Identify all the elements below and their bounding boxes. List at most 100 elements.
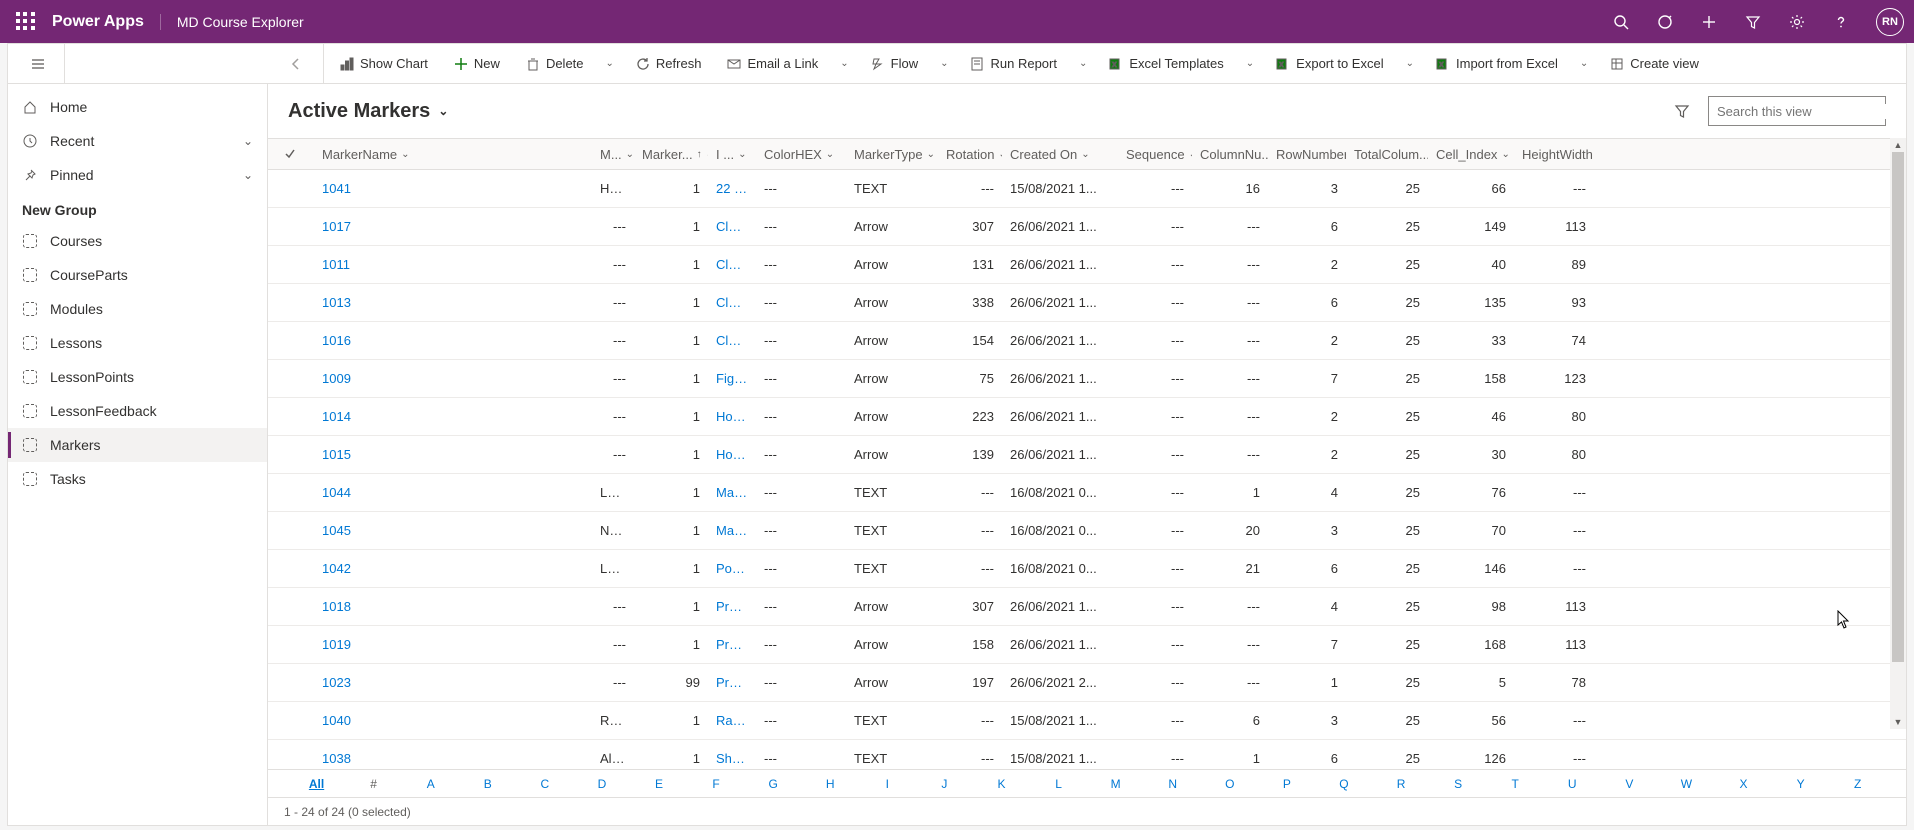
col-marker[interactable]: Marker...↑⌄ xyxy=(634,147,708,162)
cell-i[interactable]: Position xyxy=(708,561,756,576)
table-row[interactable]: 1045Ne...1Massive---TEXT---16/08/2021 0.… xyxy=(268,512,1906,550)
export-excel-caret[interactable]: ⌄ xyxy=(1400,58,1420,69)
az-filter-n[interactable]: N xyxy=(1144,777,1201,791)
cell-markername[interactable]: 1014 xyxy=(314,409,592,424)
app-launcher[interactable] xyxy=(16,12,36,32)
table-row[interactable]: 1040Ra...1Ranieri---TEXT---15/08/2021 1.… xyxy=(268,702,1906,740)
az-filter-w[interactable]: W xyxy=(1658,777,1715,791)
excel-templates-button[interactable]: XExcel Templates xyxy=(1099,44,1233,84)
col-i[interactable]: I ...⌄ xyxy=(708,147,756,162)
cell-markername[interactable]: 1009 xyxy=(314,371,592,386)
az-filter-j[interactable]: J xyxy=(916,777,973,791)
vertical-scrollbar[interactable]: ▲ ▼ xyxy=(1890,138,1906,729)
table-row[interactable]: 1038All ...1Should---TEXT---15/08/2021 1… xyxy=(268,740,1906,769)
flow-caret[interactable]: ⌄ xyxy=(934,58,954,69)
cell-markername[interactable]: 1011 xyxy=(314,257,592,272)
cell-i[interactable]: Proximi xyxy=(708,637,756,652)
export-excel-button[interactable]: XExport to Excel xyxy=(1266,44,1393,84)
table-row[interactable]: 1042Lei...1Position---TEXT---16/08/2021 … xyxy=(268,550,1906,588)
col-rotation[interactable]: Rotation⌄ xyxy=(938,147,1002,162)
az-filter-r[interactable]: R xyxy=(1372,777,1429,791)
az-filter-g[interactable]: G xyxy=(745,777,802,791)
chevron-down-icon[interactable]: ⌄ xyxy=(243,134,253,148)
sidebar-item-lessonfeedback[interactable]: LessonFeedback xyxy=(8,394,267,428)
avatar[interactable]: RN xyxy=(1876,8,1904,36)
sidebar-item-courseparts[interactable]: CourseParts xyxy=(8,258,267,292)
cell-i[interactable]: Proximi xyxy=(708,675,756,690)
sidebar-item-tasks[interactable]: Tasks xyxy=(8,462,267,496)
az-filter-all[interactable]: All xyxy=(288,777,345,791)
search-box[interactable] xyxy=(1708,96,1886,126)
sidebar-item-modules[interactable]: Modules xyxy=(8,292,267,326)
back-button[interactable] xyxy=(277,56,317,72)
az-filter-l[interactable]: L xyxy=(1030,777,1087,791)
table-row[interactable]: 1013---1Closure---Arrow33826/06/2021 1..… xyxy=(268,284,1906,322)
email-link-button[interactable]: Email a Link xyxy=(717,44,828,84)
search-input[interactable] xyxy=(1717,104,1893,119)
cell-i[interactable]: Should xyxy=(708,751,756,766)
az-filter-s[interactable]: S xyxy=(1430,777,1487,791)
new-button[interactable]: New xyxy=(444,44,510,84)
sidebar-item-lessons[interactable]: Lessons xyxy=(8,326,267,360)
az-filter-y[interactable]: Y xyxy=(1772,777,1829,791)
col-markername[interactable]: MarkerName⌄ xyxy=(314,147,592,162)
az-filter-d[interactable]: D xyxy=(573,777,630,791)
az-filter-p[interactable]: P xyxy=(1258,777,1315,791)
col-m[interactable]: M...⌄ xyxy=(592,147,634,162)
filter-icon[interactable] xyxy=(1744,13,1762,31)
scroll-down-arrow[interactable]: ▼ xyxy=(1890,715,1906,729)
column-filter-button[interactable] xyxy=(1670,99,1694,123)
nav-recent[interactable]: Recent⌄ xyxy=(8,124,267,158)
excel-templates-caret[interactable]: ⌄ xyxy=(1240,58,1260,69)
cell-i[interactable]: Closure xyxy=(708,257,756,272)
col-markertype[interactable]: MarkerType⌄ xyxy=(846,147,938,162)
cell-markername[interactable]: 1023 xyxy=(314,675,592,690)
table-row[interactable]: 1041He'...122 wins---TEXT---15/08/2021 1… xyxy=(268,170,1906,208)
az-filter-o[interactable]: O xyxy=(1201,777,1258,791)
import-excel-button[interactable]: XImport from Excel xyxy=(1426,44,1568,84)
cell-i[interactable]: How hu xyxy=(708,447,756,462)
nav-home[interactable]: Home xyxy=(8,90,267,124)
cell-markername[interactable]: 1041 xyxy=(314,181,592,196)
cell-markername[interactable]: 1042 xyxy=(314,561,592,576)
cell-i[interactable]: Closure xyxy=(708,295,756,310)
cell-markername[interactable]: 1019 xyxy=(314,637,592,652)
table-row[interactable]: 1017---1Closure---Arrow30726/06/2021 1..… xyxy=(268,208,1906,246)
az-filter-a[interactable]: A xyxy=(402,777,459,791)
table-row[interactable]: 1009---1Figure (---Arrow7526/06/2021 1..… xyxy=(268,360,1906,398)
az-filter-b[interactable]: B xyxy=(459,777,516,791)
cell-i[interactable]: Proximi xyxy=(708,599,756,614)
cell-i[interactable]: Closure xyxy=(708,333,756,348)
az-filter-e[interactable]: E xyxy=(630,777,687,791)
nav-pinned[interactable]: Pinned⌄ xyxy=(8,158,267,192)
az-filter-#[interactable]: # xyxy=(345,777,402,791)
table-row[interactable]: 1016---1Closure---Arrow15426/06/2021 1..… xyxy=(268,322,1906,360)
cell-markername[interactable]: 1045 xyxy=(314,523,592,538)
col-totalcolum[interactable]: TotalColum...⌄ xyxy=(1346,147,1428,162)
cell-i[interactable]: Massive xyxy=(708,485,756,500)
table-row[interactable]: 1014---1How hu---Arrow22326/06/2021 1...… xyxy=(268,398,1906,436)
table-row[interactable]: 1015---1How hu---Arrow13926/06/2021 1...… xyxy=(268,436,1906,474)
col-colorhex[interactable]: ColorHEX⌄ xyxy=(756,147,846,162)
table-row[interactable]: 1018---1Proximi---Arrow30726/06/2021 1..… xyxy=(268,588,1906,626)
cell-i[interactable]: Ranieri xyxy=(708,713,756,728)
add-icon[interactable] xyxy=(1700,13,1718,31)
col-sequence[interactable]: Sequence⌄ xyxy=(1118,147,1192,162)
chevron-down-icon[interactable]: ⌄ xyxy=(243,168,253,182)
hamburger-button[interactable] xyxy=(18,44,58,84)
col-columnnum[interactable]: ColumnNu...⌄ xyxy=(1192,147,1268,162)
az-filter-c[interactable]: C xyxy=(516,777,573,791)
run-report-button[interactable]: Run Report xyxy=(960,44,1066,84)
cell-markername[interactable]: 1013 xyxy=(314,295,592,310)
scroll-thumb[interactable] xyxy=(1892,152,1904,662)
sidebar-item-markers[interactable]: Markers xyxy=(8,428,267,462)
view-selector[interactable]: Active Markers⌄ xyxy=(288,100,448,123)
flow-button[interactable]: Flow xyxy=(861,44,928,84)
cell-i[interactable]: Closure xyxy=(708,219,756,234)
cell-i[interactable]: Figure ( xyxy=(708,371,756,386)
cell-markername[interactable]: 1044 xyxy=(314,485,592,500)
az-filter-v[interactable]: V xyxy=(1601,777,1658,791)
run-report-caret[interactable]: ⌄ xyxy=(1073,58,1093,69)
show-chart-button[interactable]: Show Chart xyxy=(330,44,438,84)
cell-markername[interactable]: 1040 xyxy=(314,713,592,728)
